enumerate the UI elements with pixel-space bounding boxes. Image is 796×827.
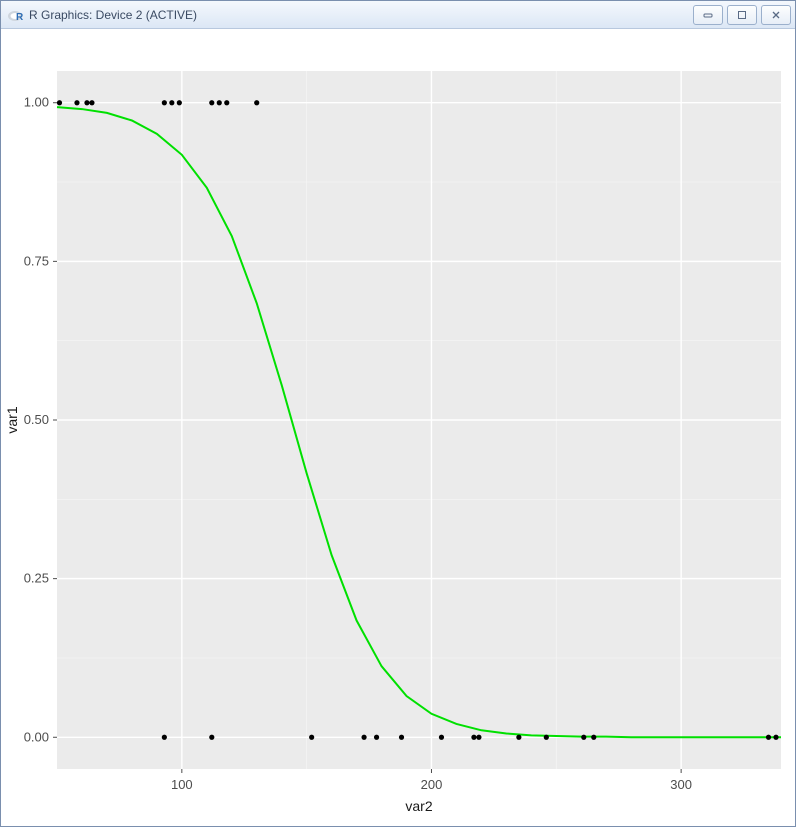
data-point <box>309 735 314 740</box>
x-tick-label: 200 <box>421 777 443 792</box>
y-tick-label: 0.00 <box>24 729 49 744</box>
data-point <box>516 735 521 740</box>
svg-text:R: R <box>16 12 23 23</box>
y-tick-label: 0.25 <box>24 571 49 586</box>
data-point <box>177 100 182 105</box>
data-point <box>162 100 167 105</box>
data-point <box>169 100 174 105</box>
data-point <box>209 100 214 105</box>
data-point <box>57 100 62 105</box>
x-tick-label: 300 <box>670 777 692 792</box>
data-point <box>89 100 94 105</box>
data-point <box>209 735 214 740</box>
data-point <box>471 735 476 740</box>
data-point <box>162 735 167 740</box>
ggplot-chart: 100 200 300 0.00 0.25 0.50 0.75 1.00 var2 var1 <box>1 29 795 826</box>
window-title: R Graphics: Device 2 (ACTIVE) <box>29 8 687 22</box>
data-point <box>439 735 444 740</box>
x-axis-title: var2 <box>405 798 432 814</box>
app-window: R R Graphics: Device 2 (ACTIVE) 100 200 30… <box>0 0 796 827</box>
data-point <box>476 735 481 740</box>
data-point <box>766 735 771 740</box>
data-point <box>84 100 89 105</box>
maximize-button[interactable] <box>727 5 757 25</box>
minimize-button[interactable] <box>693 5 723 25</box>
data-point <box>544 735 549 740</box>
r-app-icon: R <box>7 7 23 23</box>
data-point <box>224 100 229 105</box>
data-point <box>361 735 366 740</box>
data-point <box>374 735 379 740</box>
data-point <box>217 100 222 105</box>
y-axis-title: var1 <box>4 406 20 433</box>
data-point <box>581 735 586 740</box>
y-tick-label: 1.00 <box>24 95 49 110</box>
data-point <box>773 735 778 740</box>
data-point <box>591 735 596 740</box>
y-tick-label: 0.50 <box>24 412 49 427</box>
data-point <box>254 100 259 105</box>
y-tick-label: 0.75 <box>24 253 49 268</box>
titlebar[interactable]: R R Graphics: Device 2 (ACTIVE) <box>1 1 795 29</box>
data-point <box>74 100 79 105</box>
x-tick-label: 100 <box>171 777 193 792</box>
plot-device: 100 200 300 0.00 0.25 0.50 0.75 1.00 var2 var1 <box>1 29 795 826</box>
close-button[interactable] <box>761 5 791 25</box>
data-point <box>399 735 404 740</box>
window-controls <box>693 5 791 25</box>
